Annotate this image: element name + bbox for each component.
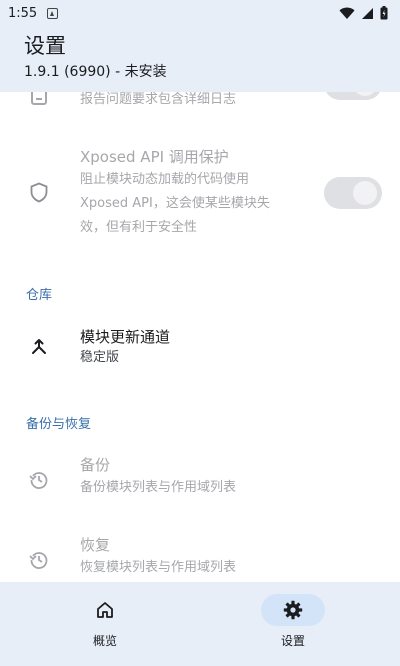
bottom-navigation: 概览 设置: [0, 582, 400, 666]
restore-icon: [28, 549, 50, 571]
update-channel-item[interactable]: 模块更新通道 稳定版: [0, 322, 400, 372]
nav-label-overview: 概览: [92, 634, 117, 648]
status-right: [339, 6, 388, 20]
nav-pill-overview: [73, 594, 137, 626]
status-left: 1:55: [8, 5, 59, 21]
api-protection-item[interactable]: Xposed API 调用保护 阻止模块动态加载的代码使用 Xposed API…: [0, 146, 400, 244]
backup-item[interactable]: 备份 备份模块列表与作用域列表: [0, 454, 400, 504]
status-time: 1:55: [8, 5, 38, 21]
backup-title: 备份: [80, 456, 111, 474]
api-protection-description-line-2: Xposed API，这会使某些模块失: [80, 196, 270, 211]
restore-description: 恢复模块列表与作用域列表: [80, 560, 237, 575]
gear-icon: [283, 600, 303, 620]
update-channel-title: 模块更新通道: [80, 328, 171, 346]
section-header-backup-restore: 备份与恢复: [26, 417, 92, 432]
battery-icon: [380, 6, 388, 20]
nav-pill-settings: [261, 594, 325, 626]
nav-item-overview[interactable]: 概览: [55, 594, 155, 658]
backup-icon: [28, 469, 50, 491]
settings-list[interactable]: 报告问题要求包含详细日志 Xposed API 调用保护 阻止模块动态加载的代码…: [0, 92, 400, 582]
shield-icon: [28, 181, 50, 203]
verbose-log-toggle[interactable]: [324, 92, 382, 100]
status-bar: 1:55: [0, 0, 400, 26]
toggle-knob: [353, 92, 377, 96]
update-channel-value: 稳定版: [80, 350, 120, 365]
api-protection-title: Xposed API 调用保护: [80, 148, 229, 166]
verbose-log-item[interactable]: 报告问题要求包含详细日志: [0, 92, 400, 120]
nav-label-settings: 设置: [280, 634, 305, 648]
section-header-repository: 仓库: [26, 288, 53, 303]
page-title: 设置: [24, 34, 66, 58]
verbose-log-description: 报告问题要求包含详细日志: [80, 92, 237, 107]
merge-icon: [28, 336, 50, 358]
api-protection-description-line-1: 阻止模块动态加载的代码使用: [80, 172, 250, 187]
restore-item[interactable]: 恢复 恢复模块列表与作用域列表: [0, 534, 400, 582]
version-status: 1.9.1 (6990) - 未安装: [24, 64, 167, 80]
toggle-knob: [353, 181, 377, 205]
notification-icon: [47, 7, 59, 19]
restore-title: 恢复: [80, 536, 111, 554]
wifi-icon: [339, 7, 355, 19]
api-protection-toggle[interactable]: [324, 177, 382, 209]
app-header: 设置 1.9.1 (6990) - 未安装: [0, 26, 400, 92]
api-protection-description-line-3: 效，但有利于安全性: [80, 220, 198, 235]
home-icon: [97, 602, 113, 618]
nav-item-settings[interactable]: 设置: [243, 594, 343, 658]
document-icon: [28, 92, 50, 106]
backup-description: 备份模块列表与作用域列表: [80, 480, 237, 495]
signal-icon: [362, 7, 373, 19]
